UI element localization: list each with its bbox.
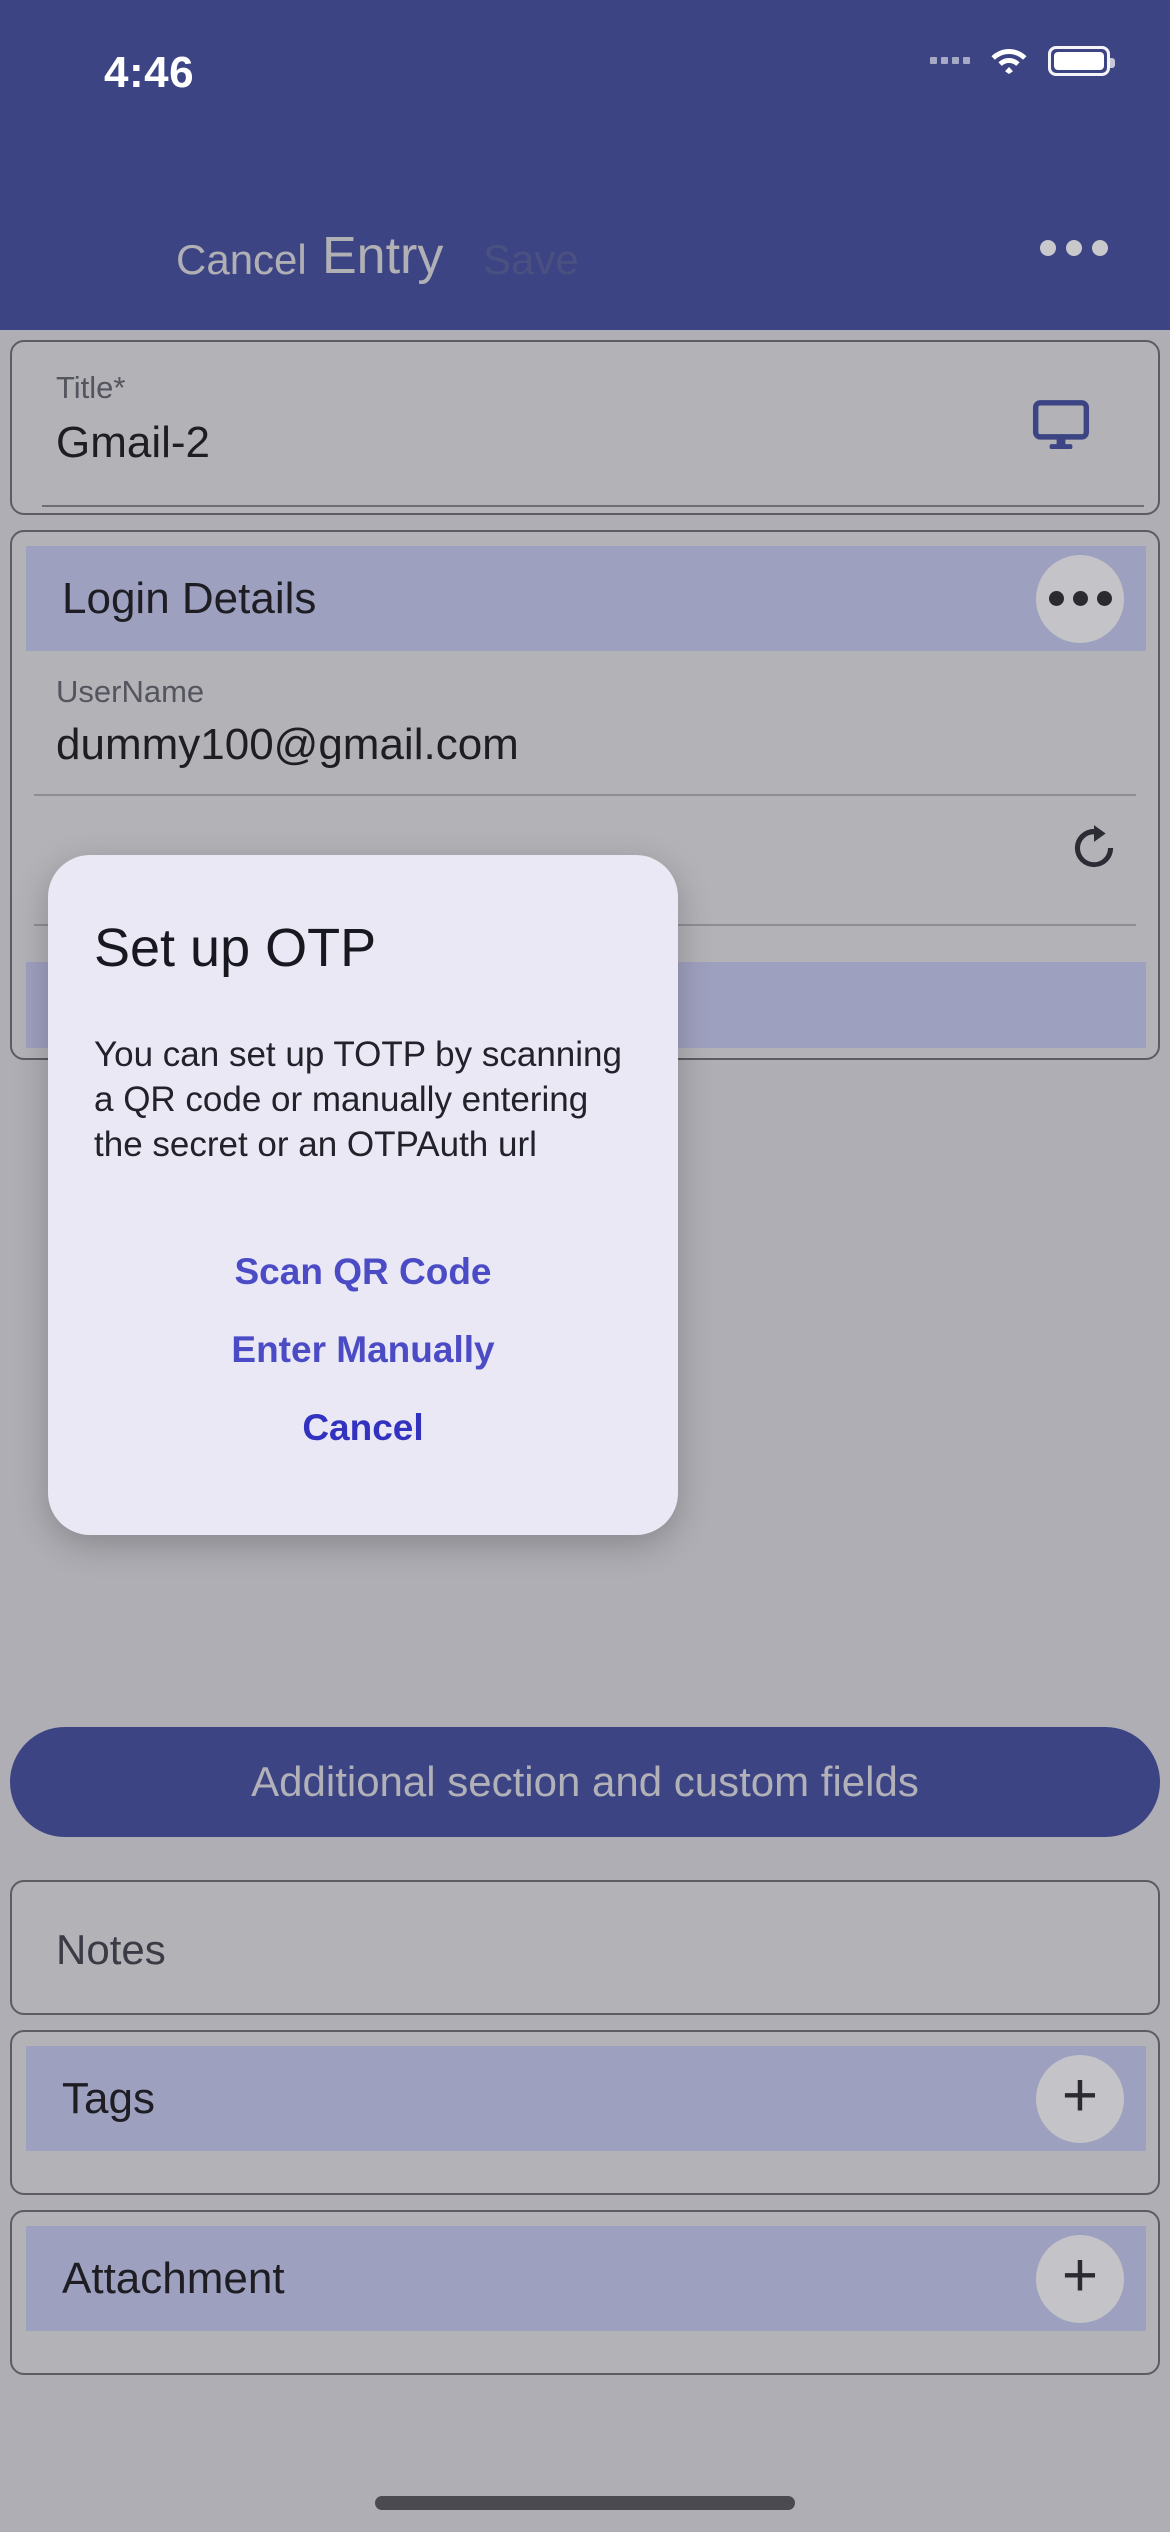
battery-full-icon [1048,45,1115,76]
tags-label: Tags [62,2073,155,2123]
title-field-value[interactable]: Gmail-2 [56,418,210,468]
notes-label: Notes [56,1926,166,1973]
field-divider [34,794,1136,796]
set-up-otp-dialog: Set up OTP You can set up TOTP by scanni… [48,855,678,1535]
additional-section-button[interactable]: Additional section and custom fields [10,1727,1160,1837]
more-horizontal-icon[interactable] [1040,240,1108,256]
scan-qr-code-button[interactable]: Scan QR Code [225,1233,502,1311]
tags-card: Tags + [10,2030,1160,2195]
add-attachment-button[interactable]: + [1036,2234,1124,2323]
login-details-menu-button[interactable] [1036,554,1124,643]
attachment-section-header[interactable]: Attachment + [26,2226,1146,2331]
username-field-value[interactable]: dummy100@gmail.com [56,720,519,770]
page-title: Entry [322,227,444,285]
title-field-label: Title* [56,370,126,405]
notes-card[interactable]: Notes [10,1880,1160,2015]
phone-screen: 4:46 Cancel Entry Save Title* Gmail-2 Lo… [0,0,1170,2532]
plus-icon: + [1061,2060,1099,2130]
save-button[interactable]: Save [483,236,579,284]
home-indicator[interactable] [375,2496,795,2510]
login-details-section-header[interactable]: Login Details [26,546,1146,651]
title-card[interactable]: Title* Gmail-2 [10,340,1160,515]
attachment-label: Attachment [62,2253,285,2303]
additional-section-label: Additional section and custom fields [251,1758,919,1805]
wifi-icon [988,42,1030,79]
signal-dots-icon [930,57,970,64]
dialog-message: You can set up TOTP by scanning a QR cod… [94,1035,622,1164]
plus-icon: + [1061,2240,1099,2310]
tags-section-header[interactable]: Tags + [26,2046,1146,2151]
cancel-button[interactable]: Cancel [176,236,307,284]
dialog-title: Set up OTP [94,918,377,978]
more-horizontal-icon [1048,591,1112,606]
login-details-label: Login Details [62,573,317,623]
status-bar-clock: 4:46 [104,48,195,97]
status-bar-indicators [930,42,1115,79]
title-field-underline [42,505,1144,507]
dialog-actions: Scan QR Code Enter Manually Cancel [48,1233,678,1467]
app-header: 4:46 Cancel Entry Save [0,0,1170,330]
refresh-icon[interactable] [1066,820,1122,881]
dialog-cancel-button[interactable]: Cancel [292,1389,433,1467]
add-tag-button[interactable]: + [1036,2054,1124,2143]
status-bar: 4:46 [0,0,1170,110]
monitor-icon[interactable] [1030,394,1092,461]
username-field-label: UserName [56,674,205,709]
attachment-card: Attachment + [10,2210,1160,2375]
enter-manually-button[interactable]: Enter Manually [221,1311,504,1389]
navigation-bar: Cancel Entry Save [0,110,1170,330]
